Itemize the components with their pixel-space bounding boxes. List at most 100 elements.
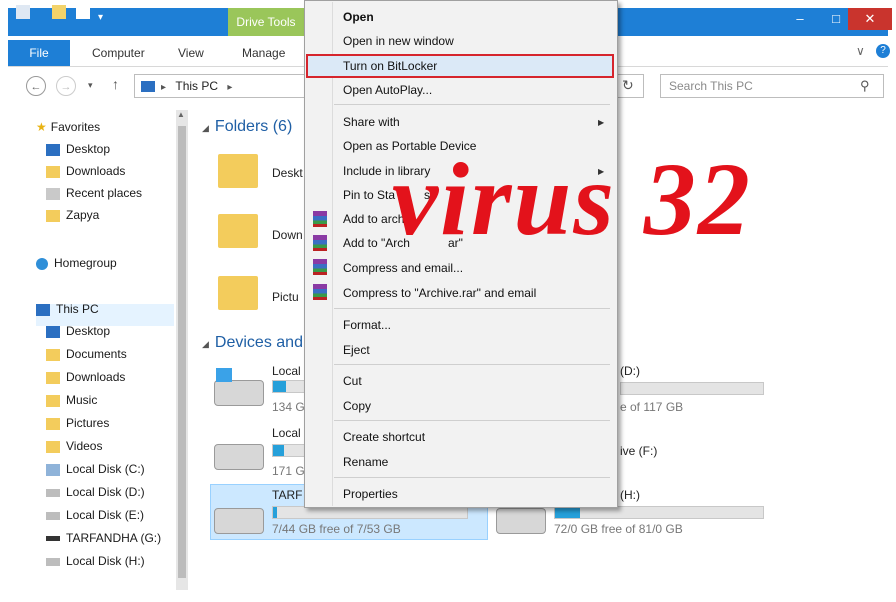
nav-pc-disk-h[interactable]: Local Disk (H:) [36, 550, 176, 573]
properties-icon[interactable] [52, 5, 66, 19]
videos-icon [46, 440, 60, 453]
documents-icon [46, 348, 60, 361]
nav-pc-disk-d-label: Local Disk (D:) [66, 485, 145, 499]
menu-cut[interactable]: Cut [343, 370, 362, 392]
menu-copy[interactable]: Copy [343, 395, 371, 417]
pictures-folder-icon[interactable] [218, 276, 258, 310]
devices-header[interactable]: ◢ Devices and [202, 334, 303, 352]
close-button[interactable]: ✕ [848, 8, 892, 30]
search-icon[interactable]: ⚲ [860, 78, 870, 94]
folder-pictures-label[interactable]: Pictu [272, 290, 299, 304]
nav-pc-disk-e[interactable]: Local Disk (E:) [36, 504, 176, 527]
new-folder-icon[interactable] [76, 5, 90, 19]
menu-compress-email[interactable]: Compress and email... [343, 257, 463, 279]
menu-open[interactable]: Open [343, 6, 374, 28]
drive-icon[interactable] [496, 508, 546, 534]
drive-d-label[interactable]: (D:) [620, 364, 640, 378]
menu-properties[interactable]: Properties [343, 483, 398, 505]
refresh-button[interactable]: ↻ [622, 77, 634, 94]
nav-pc-downloads[interactable]: Downloads [36, 366, 176, 389]
ribbon-expand-icon[interactable]: ∨ [856, 44, 865, 58]
app-icon[interactable] [16, 5, 30, 19]
qat-dropdown-icon[interactable]: ▾ [98, 12, 103, 23]
drive-c-usage-fill [273, 381, 286, 392]
nav-fav-desktop[interactable]: Desktop [36, 138, 176, 160]
drive-icon[interactable] [214, 444, 264, 470]
drive-tools-tab[interactable]: Drive Tools [228, 8, 304, 36]
breadcrumb-chevron-icon[interactable]: ▸ [227, 82, 232, 93]
folder-downloads-label[interactable]: Down [272, 228, 303, 242]
desktop-icon [46, 143, 60, 156]
nav-pc-desktop[interactable]: Desktop [36, 320, 176, 343]
menu-create-shortcut[interactable]: Create shortcut [343, 426, 425, 448]
winrar-icon [313, 284, 327, 300]
menu-open-autoplay[interactable]: Open AutoPlay... [343, 79, 432, 101]
help-icon[interactable]: ? [876, 44, 890, 58]
downloads-folder-icon[interactable] [218, 214, 258, 248]
menu-compress-rar-email[interactable]: Compress to "Archive.rar" and email [343, 282, 536, 304]
menu-rename[interactable]: Rename [343, 451, 388, 473]
nav-pc-desktop-label: Desktop [66, 324, 111, 338]
computer-icon [36, 303, 50, 316]
pictures-icon [46, 417, 60, 430]
forward-button[interactable]: → [56, 76, 76, 96]
menu-separator [334, 308, 610, 309]
menu-eject[interactable]: Eject [343, 339, 370, 361]
nav-fav-downloads[interactable]: Downloads [36, 160, 176, 182]
nav-pc-music[interactable]: Music [36, 389, 176, 412]
nav-pc-videos-label: Videos [66, 439, 103, 453]
drive-d-free: e of 117 GB [620, 400, 684, 414]
nav-pc-tarfandha[interactable]: TARFANDHA (G:) [36, 527, 176, 550]
folders-header[interactable]: ◢ Folders (6) [202, 118, 292, 136]
drive-c-free: 134 G [272, 400, 305, 414]
menu-format[interactable]: Format... [343, 314, 391, 336]
nav-scrollbar-thumb[interactable] [178, 126, 186, 578]
nav-pc-disk-c[interactable]: Local Disk (C:) [36, 458, 176, 481]
folder-icon [46, 209, 60, 222]
menu-open-new-window[interactable]: Open in new window [343, 30, 454, 52]
recent-dropdown-icon[interactable]: ▾ [88, 80, 93, 91]
tab-view[interactable]: View [178, 40, 204, 66]
drive-f-label[interactable]: ive (F:) [620, 444, 657, 458]
usb-drive-icon [46, 536, 60, 542]
menu-pin-to-start[interactable]: Pin to Sta [343, 184, 395, 206]
nav-pc-documents[interactable]: Documents [36, 343, 176, 366]
nav-fav-zapya[interactable]: Zapya [36, 204, 176, 226]
computer-icon [141, 81, 155, 93]
desktop-folder-icon[interactable] [218, 154, 258, 188]
drive-c-label[interactable]: Local [272, 364, 301, 378]
nav-pc-pictures[interactable]: Pictures [36, 412, 176, 435]
folder-desktop-label[interactable]: Deskt [272, 166, 303, 180]
nav-fav-zapya-label: Zapya [66, 208, 100, 222]
nav-pc-disk-e-label: Local Disk (E:) [66, 508, 145, 522]
back-button[interactable]: ← [26, 76, 46, 96]
nav-pc-disk-d[interactable]: Local Disk (D:) [36, 481, 176, 504]
search-input[interactable]: Search This PC [660, 74, 884, 98]
drive-h-label[interactable]: (H:) [620, 488, 640, 502]
nav-fav-recent[interactable]: Recent places [36, 182, 176, 204]
tab-manage[interactable]: Manage [242, 40, 285, 66]
winrar-icon [313, 235, 327, 251]
windows-drive-icon [46, 463, 60, 476]
nav-homegroup-label: Homegroup [54, 256, 117, 270]
nav-pc-disk-h-label: Local Disk (H:) [66, 554, 145, 568]
up-button[interactable]: ↑ [112, 76, 119, 92]
breadcrumb-this-pc[interactable]: This PC [175, 79, 218, 93]
menu-share-with[interactable]: Share with [343, 111, 400, 133]
tab-computer[interactable]: Computer [92, 40, 145, 66]
nav-this-pc[interactable]: This PC [36, 298, 176, 320]
menu-turn-on-bitlocker[interactable]: Turn on BitLocker [343, 55, 437, 77]
nav-favorites[interactable]: ★ Favorites [36, 116, 176, 138]
scroll-up-icon[interactable]: ▲ [177, 110, 185, 119]
minimize-button[interactable]: – [782, 8, 818, 30]
file-tab[interactable]: File [8, 40, 70, 66]
nav-homegroup[interactable]: Homegroup [36, 252, 176, 274]
windows-drive-icon[interactable] [214, 380, 264, 406]
breadcrumb-separator-icon: ▸ [161, 82, 167, 93]
usb-drive-icon[interactable] [214, 508, 264, 534]
menu-pin-tail: s [424, 188, 430, 202]
nav-pc-videos[interactable]: Videos [36, 435, 176, 458]
drive-g-label[interactable]: TARF [272, 488, 302, 502]
navigation-pane: ★ Favorites Desktop Downloads Recent plac… [36, 116, 176, 573]
drive-e-label[interactable]: Local [272, 426, 301, 440]
